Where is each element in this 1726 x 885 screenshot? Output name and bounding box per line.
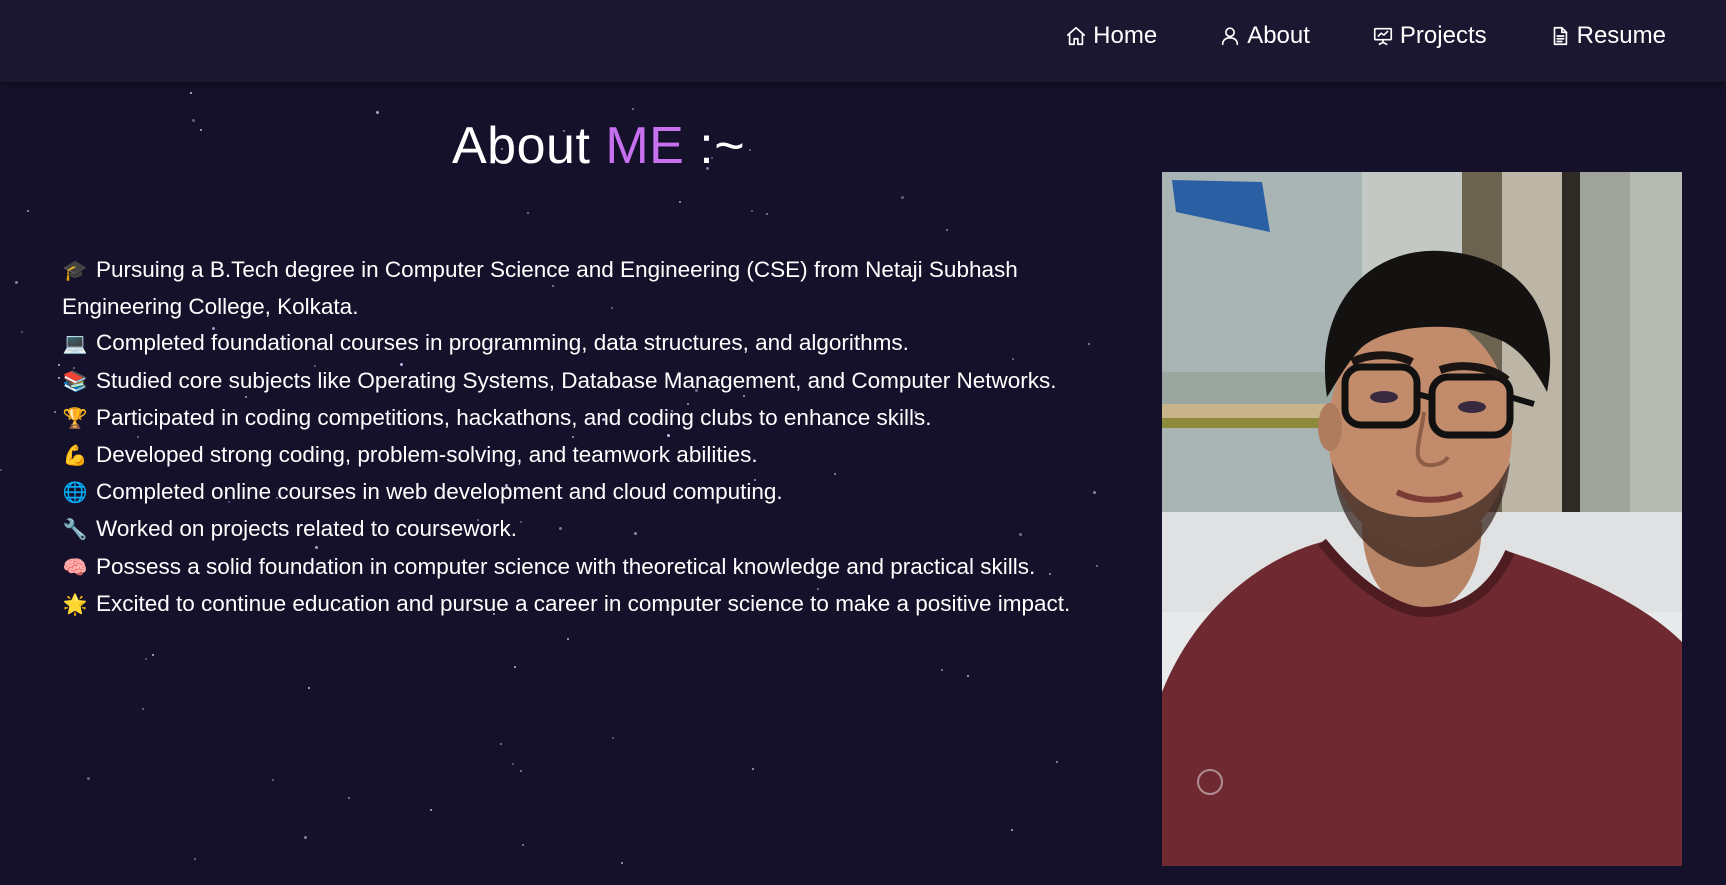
star-dot [500,743,502,745]
nav-projects-label: Projects [1399,22,1487,49]
star-dot [376,111,379,114]
star-dot [520,770,522,772]
star-dot [752,768,754,770]
star-dot [200,129,202,131]
list-item-text: Completed online courses in web developm… [96,479,783,505]
title-prefix: About [452,117,591,175]
star-dot [308,687,310,689]
star-dot [15,281,18,284]
star-dot [679,201,681,203]
star-dot [946,229,948,231]
home-icon [1067,26,1086,46]
star-dot [152,654,154,656]
list-item: 🔧 Worked on projects related to coursewor… [62,511,1122,548]
list-item: 📚 Studied core subjects like Operating Sy… [62,363,1122,400]
nav-about-link[interactable]: About [1219,22,1310,50]
list-item: 🎓 Pursuing a B.Tech degree in Computer Sc… [62,252,1122,325]
star-dot [749,149,751,151]
star-dot [194,858,196,860]
laptop-icon: 💻 [62,333,88,356]
wrench-icon: 🔧 [62,519,88,542]
star-dot [145,658,147,660]
bio-list: 🎓 Pursuing a B.Tech degree in Computer Sc… [62,252,1122,623]
star-dot [58,364,60,366]
star-dot [304,836,307,839]
list-item-text: Completed foundational courses in progra… [96,330,909,356]
nav-home-link[interactable]: Home [1065,22,1157,50]
profile-photo-illustration [1162,172,1682,866]
star-dot [430,809,432,811]
trophy-icon: 🏆 [62,407,88,430]
flexed-arm-icon: 💪 [62,445,88,468]
user-icon [1222,27,1239,46]
books-icon: 📚 [62,370,88,393]
star-dot [348,797,350,799]
navbar: Home About Projects Resume [0,0,1726,82]
list-item: 🌟 Excited to continue education and pursu… [62,586,1122,623]
star-dot [621,862,623,864]
brain-icon: 🧠 [62,556,88,579]
title-accent: ME [605,117,685,175]
star-dot [54,411,56,413]
star-dot [192,119,195,122]
star-dot [272,779,274,781]
star-dot [512,763,514,765]
star-dot [514,666,516,668]
list-item-text: Pursuing a B.Tech degree in Computer Sci… [62,257,1018,320]
nav-resume-label: Resume [1576,22,1666,49]
list-item-text: Possess a solid foundation in computer s… [96,553,1036,579]
list-item-text: Participated in coding competitions, hac… [96,404,932,430]
star-dot [27,210,29,212]
nav-links: Home About Projects Resume [1003,0,1666,72]
list-item-text: Worked on projects related to coursework… [96,516,518,542]
star-dot [901,196,904,199]
nav-projects-link[interactable]: Projects [1372,22,1487,50]
list-item: 💪 Developed strong coding, problem-solvin… [62,437,1122,474]
document-icon [1553,26,1567,46]
star-dot [967,675,969,677]
about-page: Home About Projects Resume About ME:~ 🎓… [0,0,1726,885]
list-item: 💻 Completed foundational courses in progr… [62,325,1122,362]
star-dot [751,210,753,212]
star-dot [0,469,2,471]
star-dot [1056,761,1058,763]
list-item: 🧠 Possess a solid foundation in computer … [62,549,1122,586]
star-dot [21,331,23,333]
star-dot [567,638,569,640]
graduation-cap-icon: 🎓 [62,260,88,282]
presentation-icon [1373,27,1392,46]
list-item-text: Studied core subjects like Operating Sys… [96,367,1057,393]
star-dot [87,777,90,780]
nav-home-label: Home [1093,22,1158,49]
nav-about-label: About [1247,22,1310,49]
star-dot [766,213,768,215]
list-item: 🌐 Completed online courses in web develop… [62,474,1122,511]
star-dot [527,212,529,214]
star-dot [142,708,144,710]
globe-icon: 🌐 [62,482,88,505]
title-suffix: :~ [699,117,746,175]
star-dot [1011,829,1013,831]
list-item-text: Excited to continue education and pursue… [96,590,1071,616]
star-dot [941,669,943,671]
list-item: 🏆 Participated in coding competitions, ha… [62,400,1122,437]
list-item-text: Developed strong coding, problem-solving… [96,442,758,468]
star-dot [190,92,192,94]
nav-resume-link[interactable]: Resume [1549,22,1666,50]
star-dot [612,737,614,739]
profile-photo [1162,172,1682,866]
page-title: About ME :~ [452,116,745,176]
star-dot [58,377,60,379]
star-dot [632,108,634,110]
star-dot [522,844,524,846]
star-icon: 🌟 [62,593,88,616]
